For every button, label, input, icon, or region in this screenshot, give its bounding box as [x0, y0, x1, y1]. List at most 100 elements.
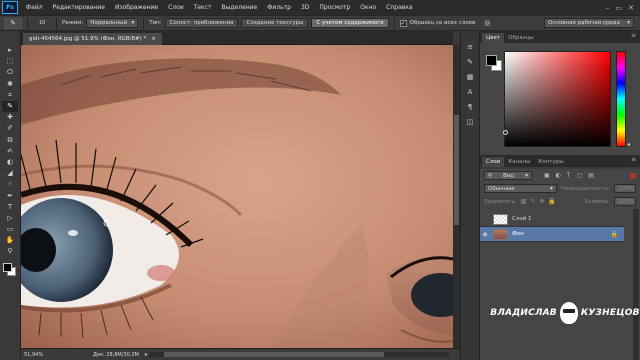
- vertical-scrollbar[interactable]: [453, 45, 460, 348]
- clone-stamp-tool-icon[interactable]: ✐: [2, 123, 18, 134]
- maximize-icon[interactable]: ▭: [616, 4, 623, 12]
- type-proximity-match-button[interactable]: Сопост. приближения: [164, 18, 239, 28]
- lock-all-icon[interactable]: 🔒: [548, 198, 555, 205]
- eye-icon[interactable]: ◉: [480, 231, 490, 238]
- zoom-level[interactable]: 51,94%: [21, 352, 43, 358]
- vertical-scroll-thumb[interactable]: [454, 115, 459, 225]
- type-tool-icon[interactable]: T: [2, 202, 18, 213]
- rectangle-tool-icon[interactable]: ▭: [2, 224, 18, 235]
- menu-file[interactable]: Файл: [21, 4, 48, 11]
- blur-tool-icon[interactable]: ◢: [2, 168, 18, 179]
- history-brush-tool-icon[interactable]: ⧉: [2, 135, 18, 146]
- menu-window[interactable]: Окно: [355, 4, 381, 11]
- shape-filter-icon[interactable]: ▢: [577, 172, 583, 179]
- status-menu-arrow-icon[interactable]: ▸: [145, 351, 148, 358]
- minimize-icon[interactable]: –: [606, 4, 610, 12]
- quick-selection-tool-icon[interactable]: ✱: [2, 79, 18, 90]
- dodge-tool-icon[interactable]: ☝: [2, 179, 18, 190]
- type-content-aware-button[interactable]: С учетом содержимого: [311, 18, 389, 28]
- clone-source-panel-icon[interactable]: ▦: [464, 71, 477, 82]
- color-picker-field[interactable]: [503, 51, 611, 147]
- menu-type[interactable]: Текст: [189, 4, 217, 11]
- brush-tool-icon[interactable]: ✚: [2, 112, 18, 123]
- menu-image[interactable]: Изображение: [110, 4, 163, 11]
- foreground-color-swatch[interactable]: [3, 262, 12, 272]
- history-panel-icon[interactable]: ≡: [464, 41, 477, 52]
- workspace-dropdown[interactable]: Основная рабочая среда ▾: [544, 18, 634, 28]
- crop-tool-icon[interactable]: ⌗: [2, 90, 18, 101]
- tab-channels[interactable]: Каналы: [504, 157, 534, 167]
- zoom-tool-icon[interactable]: ⚲: [2, 246, 18, 257]
- tab-layers[interactable]: Слои: [482, 157, 505, 167]
- lock-image-icon[interactable]: ✎: [530, 198, 535, 205]
- document-canvas[interactable]: [21, 45, 453, 348]
- properties-panel-icon[interactable]: ◫: [464, 116, 477, 127]
- blend-opacity-row: Обычные ▾ Непрозрачность: 100%: [480, 182, 640, 195]
- filter-toggle-icon[interactable]: [630, 172, 636, 179]
- horizontal-scrollbar[interactable]: [149, 352, 449, 357]
- lasso-tool-icon[interactable]: ⵔ: [2, 67, 18, 78]
- pen-tool-icon[interactable]: ✒: [2, 190, 18, 201]
- mode-value: Нормальный: [90, 20, 128, 26]
- lock-position-icon[interactable]: ✥: [539, 198, 544, 205]
- menu-3d[interactable]: 3D: [296, 4, 314, 11]
- menu-view[interactable]: Просмотр: [314, 4, 355, 11]
- pixel-filter-icon[interactable]: ▣: [544, 172, 550, 179]
- fill-input[interactable]: 100%: [614, 197, 636, 206]
- tab-paths[interactable]: Контуры: [534, 157, 567, 167]
- mode-dropdown[interactable]: Нормальный ▾: [86, 18, 139, 28]
- character-panel-icon[interactable]: A: [464, 86, 477, 97]
- adjustment-filter-icon[interactable]: ◐: [556, 172, 561, 179]
- type-filter-icon[interactable]: T: [567, 172, 571, 179]
- canvas-photo: [21, 45, 453, 348]
- color-picker-marker[interactable]: [503, 130, 508, 135]
- path-selection-tool-icon[interactable]: ▷: [2, 213, 18, 224]
- separator: [56, 17, 57, 29]
- menu-help[interactable]: Справка: [381, 4, 417, 11]
- lock-label: Закрепить:: [484, 198, 517, 205]
- layer-row-selected[interactable]: ◉ Фон 🔒: [480, 227, 624, 242]
- layer-row[interactable]: Слой 1: [480, 212, 624, 227]
- tool-preset-picker[interactable]: ✎: [4, 17, 22, 29]
- pressure-icon[interactable]: ◎: [484, 19, 490, 27]
- panel-menu-icon[interactable]: ≡: [631, 32, 636, 39]
- close-icon[interactable]: ×: [151, 36, 156, 42]
- brush-size-picker[interactable]: 10: [33, 18, 51, 29]
- brush-panel-icon[interactable]: ✎: [464, 56, 477, 67]
- blend-mode-dropdown[interactable]: Обычные ▾: [484, 184, 557, 193]
- menu-edit[interactable]: Редактирование: [48, 4, 110, 11]
- layer-filter-dropdown[interactable]: ⚲ Вид ▾: [484, 171, 532, 180]
- layers-scrollbar[interactable]: [633, 209, 639, 360]
- foreground-color-swatch[interactable]: [486, 55, 497, 66]
- close-icon[interactable]: ✕: [628, 4, 634, 12]
- document-tab[interactable]: gidl-454564.jpg @ 51,9% (Фон, RGB/8#) * …: [23, 33, 162, 45]
- opacity-value: 100%: [618, 185, 634, 192]
- healing-brush-tool-icon[interactable]: ✎: [2, 100, 18, 113]
- menu-filter[interactable]: Фильтр: [262, 4, 296, 11]
- eraser-tool-icon[interactable]: ✍: [2, 146, 18, 157]
- tab-swatches[interactable]: Образцы: [504, 33, 538, 43]
- type-create-texture-button[interactable]: Создание текстуры: [241, 18, 309, 28]
- opacity-input[interactable]: 100%: [614, 184, 636, 193]
- menu-layers[interactable]: Слои: [163, 4, 189, 11]
- menu-select[interactable]: Выделение: [216, 4, 262, 11]
- tab-color[interactable]: Цвет: [482, 33, 505, 43]
- panel-menu-icon[interactable]: ≡: [631, 156, 636, 163]
- separator: [27, 17, 28, 29]
- paragraph-panel-icon[interactable]: ¶: [464, 101, 477, 112]
- hand-tool-icon[interactable]: ✋: [2, 235, 18, 246]
- lock-transparent-icon[interactable]: ▩: [521, 198, 527, 205]
- horizontal-scroll-thumb[interactable]: [164, 352, 384, 357]
- smart-object-filter-icon[interactable]: ▤: [588, 172, 594, 179]
- marquee-tool-icon[interactable]: ⬚: [2, 56, 18, 67]
- sample-all-layers-checkbox[interactable]: ✓: [399, 19, 407, 27]
- hue-pointer-icon[interactable]: ◂: [627, 141, 630, 148]
- move-tool-icon[interactable]: ▸: [2, 45, 18, 56]
- checkmark-icon: ✓: [400, 19, 406, 27]
- chevron-down-icon: ▾: [131, 20, 135, 26]
- gradient-tool-icon[interactable]: ◐: [2, 157, 18, 168]
- options-bar: ✎ 10 Режим: Нормальный ▾ Тип: Сопост. пр…: [0, 15, 640, 31]
- hue-slider[interactable]: [616, 51, 626, 147]
- brush-size-value: 10: [38, 20, 46, 26]
- lock-icons: ▩ ✎ ✥ 🔒: [521, 198, 556, 205]
